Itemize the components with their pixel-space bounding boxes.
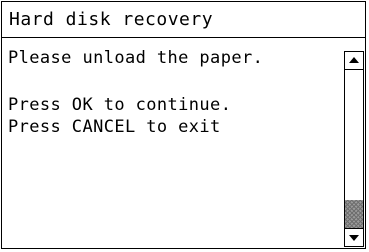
message-line-unload: Please unload the paper. [8,48,264,68]
scroll-down-button[interactable] [345,228,363,246]
printer-display: Hard disk recovery Please unload the pap… [1,1,366,249]
dialog-title: Hard disk recovery [9,9,214,30]
scroll-thumb[interactable] [345,200,363,228]
title-bar: Hard disk recovery [2,2,365,38]
message-line-cancel: Press CANCEL to exit [8,117,221,137]
message-area: Please unload the paper. Press OK to con… [2,38,365,248]
scroll-track[interactable] [345,70,363,228]
arrow-up-icon [349,57,359,63]
scroll-up-button[interactable] [345,52,363,70]
message-line-ok: Press OK to continue. [8,95,232,115]
vertical-scrollbar[interactable] [344,51,364,247]
arrow-down-icon [349,235,359,241]
